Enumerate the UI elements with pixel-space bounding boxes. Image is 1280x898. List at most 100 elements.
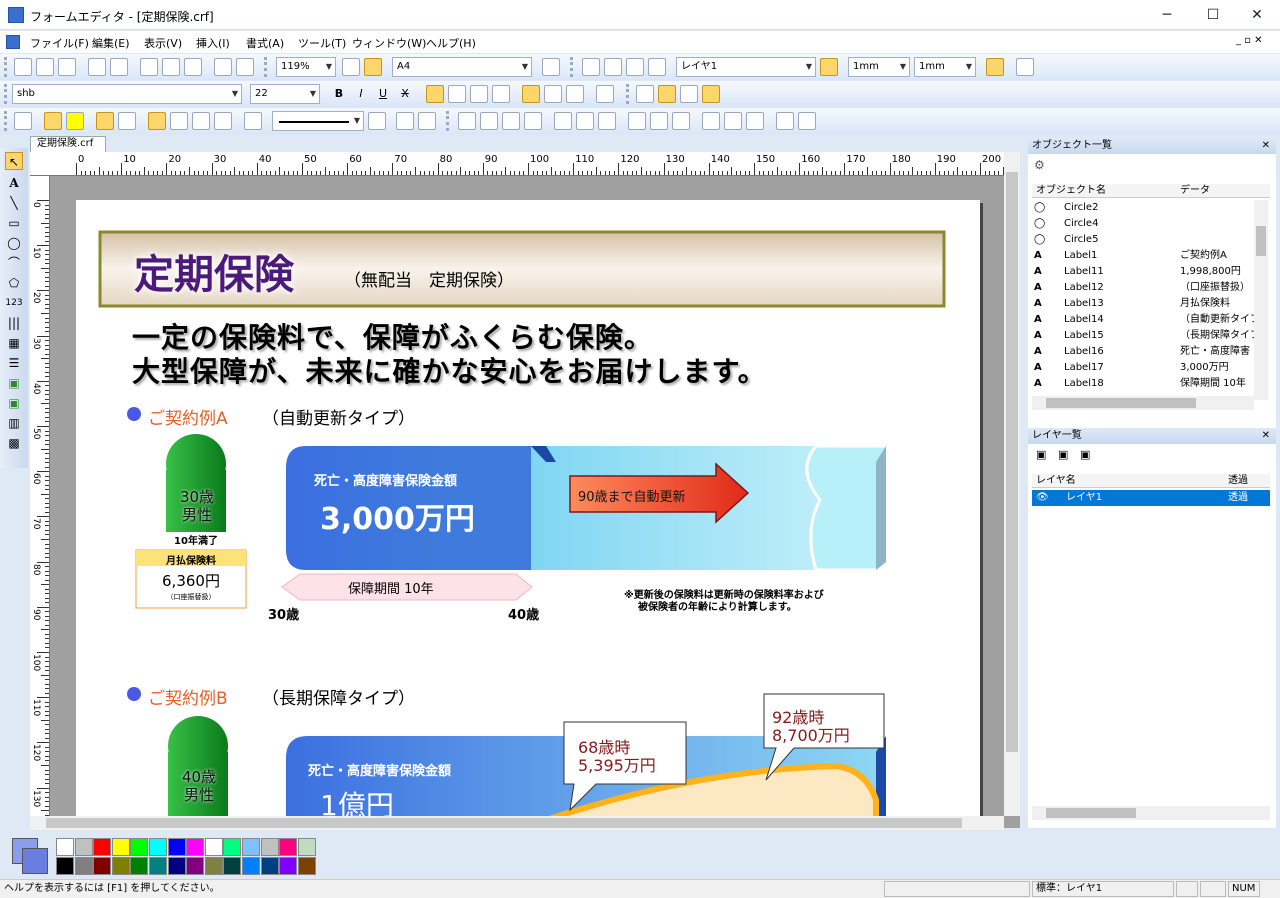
menu-help[interactable]: ヘルプ(H) <box>426 35 476 51</box>
shadow-icon[interactable] <box>96 112 114 130</box>
object-name[interactable]: Label1 <box>1064 248 1097 264</box>
object-row[interactable]: A Label18 保障期間 10年 <box>1032 376 1254 392</box>
object-data[interactable]: （口座振替扱） <box>1180 280 1250 296</box>
menu-window[interactable]: ウィンドウ(W) <box>352 35 426 51</box>
col-transparent[interactable]: 透過 <box>1228 474 1248 488</box>
color-swatch[interactable] <box>279 838 298 856</box>
distribute-h-icon[interactable] <box>702 112 720 130</box>
layers-hscrollbar[interactable] <box>1032 806 1270 820</box>
minimize-button[interactable]: ─ <box>1144 0 1190 30</box>
same-size-icon[interactable] <box>746 112 764 130</box>
current-line-swatch[interactable] <box>22 848 48 874</box>
barcode-tool-icon[interactable]: ||| <box>5 314 23 332</box>
object-name[interactable]: Label14 <box>1064 312 1104 328</box>
pointer-tool-icon[interactable]: ↖ <box>5 152 23 170</box>
start-age[interactable]: 30歳 <box>268 604 299 623</box>
bullet-a[interactable] <box>127 407 141 421</box>
barcode2-tool-icon[interactable]: ▥ <box>5 414 23 432</box>
color-swatch[interactable] <box>130 838 149 856</box>
color-swatch[interactable] <box>260 838 279 856</box>
objects-scrollbar[interactable] <box>1254 200 1268 400</box>
redo-icon[interactable] <box>236 58 254 76</box>
objects-hscrollbar[interactable] <box>1032 396 1254 410</box>
align-right-icon[interactable] <box>470 85 488 103</box>
page-fit-icon[interactable] <box>364 58 382 76</box>
paste-icon[interactable] <box>184 58 202 76</box>
strike-icon[interactable]: X <box>396 85 414 103</box>
object-row[interactable]: A Label17 3,000万円 <box>1032 360 1254 376</box>
object-name[interactable]: Label11 <box>1064 264 1104 280</box>
example-b-label[interactable]: ご契約例B <box>148 684 228 709</box>
font-select[interactable]: shb <box>12 84 242 104</box>
object-row[interactable]: ◯ Circle4 <box>1032 216 1254 232</box>
object-row[interactable]: A Label15 （長期保障タイプ <box>1032 328 1254 344</box>
object-name[interactable]: Circle4 <box>1064 216 1098 232</box>
align-center-icon[interactable] <box>448 85 466 103</box>
color-swatch[interactable] <box>167 857 186 875</box>
object-name[interactable]: Circle5 <box>1064 232 1098 248</box>
align-justify-icon[interactable] <box>492 85 510 103</box>
object-row[interactable]: A Label13 月払保険料 <box>1032 296 1254 312</box>
image2-tool-icon[interactable]: ▣ <box>5 394 23 412</box>
term-label[interactable]: 10年満了 <box>154 532 238 547</box>
arc-tool-icon[interactable]: ⌒ <box>5 254 23 272</box>
object-row[interactable]: A Label1 ご契約例A <box>1032 248 1254 264</box>
color-swatch[interactable] <box>149 857 167 875</box>
font-size-select[interactable]: 22 <box>250 84 320 104</box>
object-name[interactable]: Label12 <box>1064 280 1104 296</box>
no-fill-icon[interactable] <box>14 112 32 130</box>
hatch-lines-icon[interactable] <box>192 112 210 130</box>
premium-note[interactable]: （口座振替扱） <box>136 592 246 602</box>
color-swatch[interactable] <box>260 857 279 875</box>
object-data[interactable]: ご契約例A <box>1180 248 1227 264</box>
bar-a-label[interactable]: 死亡・高度障害保険金額 <box>314 470 457 489</box>
lock-icon[interactable] <box>648 58 666 76</box>
bar-b-amount[interactable]: 1億円 <box>320 784 394 820</box>
align-left-icon[interactable] <box>426 85 444 103</box>
close-button[interactable]: ✕ <box>1234 0 1280 30</box>
ellipse-tool-icon[interactable]: ◯ <box>5 234 23 252</box>
layer-link-icon[interactable] <box>820 58 838 76</box>
object-row[interactable]: A Label12 （口座振替扱） <box>1032 280 1254 296</box>
qrcode-tool-icon[interactable]: ▩ <box>5 434 23 452</box>
object-data[interactable]: （自動更新タイプ <box>1180 312 1254 328</box>
line-style-select[interactable] <box>272 111 364 131</box>
close-icon[interactable]: ✕ <box>1262 138 1270 154</box>
color-swatch[interactable] <box>111 857 130 875</box>
group-icon[interactable] <box>626 58 644 76</box>
hatch-v-icon[interactable] <box>170 112 188 130</box>
object-name[interactable]: Label17 <box>1064 360 1104 376</box>
object-name[interactable]: Label18 <box>1064 376 1104 392</box>
layer-select[interactable]: レイヤ1 <box>676 57 816 77</box>
bullet-b[interactable] <box>127 687 141 701</box>
open-icon[interactable] <box>36 58 54 76</box>
horizontal-scrollbar[interactable] <box>30 816 1004 830</box>
fill-icon[interactable] <box>44 112 62 130</box>
person-a-sex[interactable]: 男性 <box>172 504 222 525</box>
pen-icon[interactable] <box>244 112 262 130</box>
tab-document[interactable]: 定期保険.crf <box>30 136 106 152</box>
menu-tools[interactable]: ツール(T) <box>298 35 346 51</box>
italic-icon[interactable]: I <box>352 85 370 103</box>
color-swatch[interactable] <box>186 838 205 856</box>
mdi-controls[interactable]: _ ▫ ✕ <box>1236 35 1263 46</box>
hatch-cols-icon[interactable] <box>214 112 232 130</box>
layer-row[interactable]: 👁 レイヤ1 透過 <box>1032 490 1270 506</box>
paper-select[interactable]: A4 <box>392 57 532 77</box>
add-layer-icon[interactable]: ▣ <box>1036 448 1052 464</box>
shadow-color-icon[interactable] <box>118 112 136 130</box>
copy-format-icon[interactable] <box>776 112 794 130</box>
copy-icon[interactable] <box>162 58 180 76</box>
color-swatch[interactable] <box>74 838 93 856</box>
color-swatch[interactable] <box>186 857 205 875</box>
object-data[interactable]: 1,998,800円 <box>1180 264 1241 280</box>
layout-a-icon[interactable] <box>658 85 676 103</box>
object-row[interactable]: A Label16 死亡・高度障害 <box>1032 344 1254 360</box>
bar-a-amount[interactable]: 3,000万円 <box>320 494 475 538</box>
end-age[interactable]: 40歳 <box>508 604 539 623</box>
menu-file[interactable]: ファイル(F) <box>30 35 89 51</box>
fill-color-icon[interactable] <box>66 112 84 130</box>
page-title[interactable]: 定期保険 <box>134 242 294 300</box>
print-icon[interactable] <box>88 58 106 76</box>
object-data[interactable]: 月払保険料 <box>1180 296 1230 312</box>
